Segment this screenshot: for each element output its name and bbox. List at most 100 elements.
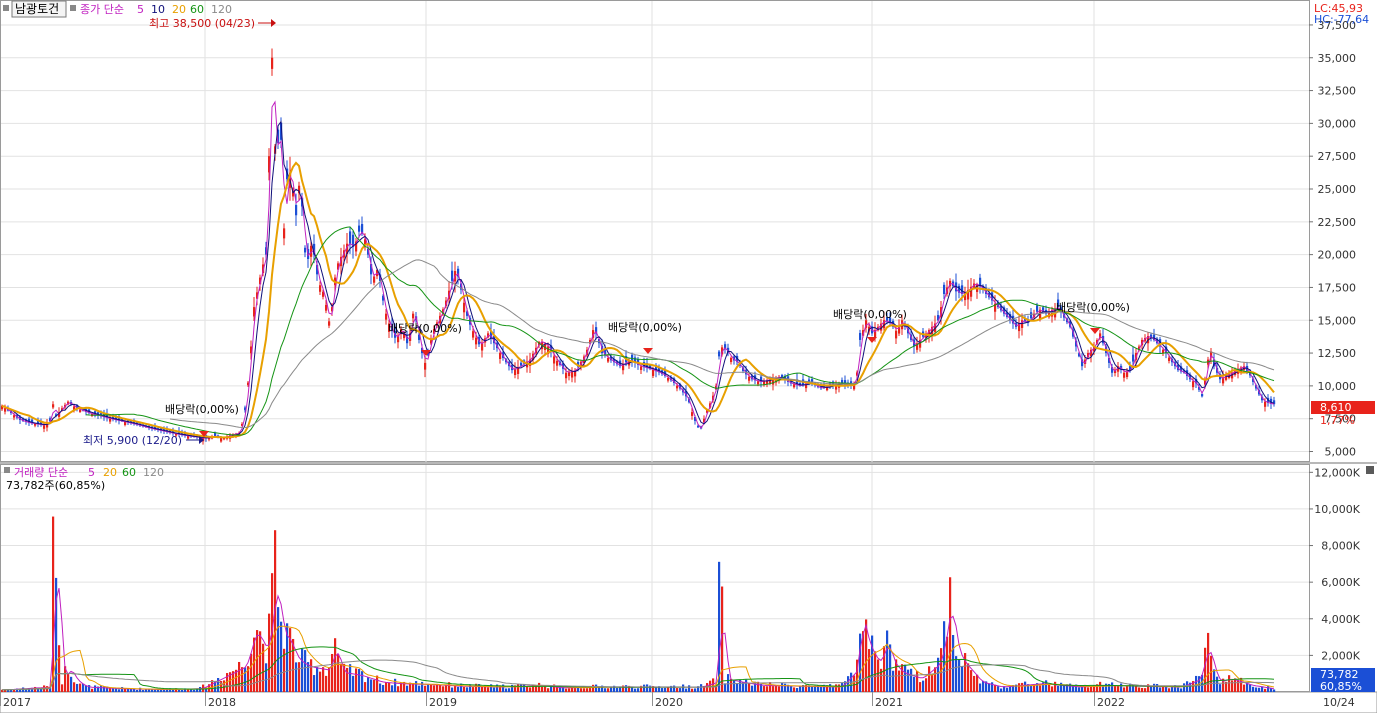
volume-tick-label: 6,000K — [1321, 576, 1360, 589]
volume-bar — [304, 650, 307, 692]
chart-canvas: 37,50035,00032,50030,00027,50025,00022,5… — [0, 0, 1377, 714]
volume-bar — [1090, 686, 1093, 692]
volume-bar — [373, 679, 376, 692]
volume-bar — [406, 685, 409, 692]
volume-bar — [325, 675, 328, 692]
volume-bar — [1051, 686, 1054, 692]
volume-bar — [868, 649, 871, 692]
x-axis-label: 10/24 — [1323, 696, 1355, 709]
volume-bar — [100, 685, 103, 692]
volume-bar — [1171, 687, 1174, 692]
ma5-legend: 5 — [137, 3, 144, 16]
candle-body — [295, 205, 298, 216]
volume-bar — [322, 667, 325, 692]
candle-body — [373, 276, 376, 283]
dividend-label: 배당락(0,00%) — [833, 308, 907, 321]
volume-bar — [976, 674, 979, 692]
candle-body — [793, 384, 796, 388]
volume-bar — [76, 683, 79, 692]
candle-body — [676, 385, 679, 389]
volume-bar — [451, 687, 454, 692]
volume-bar — [631, 687, 634, 692]
candle-body — [304, 247, 307, 253]
volume-bar — [1156, 683, 1159, 692]
volume-bar — [445, 684, 448, 692]
volume-bar — [688, 685, 691, 692]
volume-bar — [1177, 687, 1180, 692]
candle-body — [895, 330, 898, 339]
volume-bar — [1255, 687, 1258, 692]
volume-bar — [370, 679, 373, 692]
volume-bar — [1087, 687, 1090, 692]
volume-bar — [85, 685, 88, 692]
price-tick-label: 10,000 — [1318, 380, 1357, 393]
price-tick-label: 30,000 — [1318, 117, 1357, 130]
volume-bar — [1210, 655, 1213, 692]
volume-bar — [634, 688, 637, 692]
volume-bar — [433, 685, 436, 692]
volume-bar — [358, 669, 361, 692]
volume-bar — [1099, 681, 1102, 692]
volume-bar — [1009, 686, 1012, 692]
volume-bar — [541, 686, 544, 692]
volume-bar — [295, 662, 298, 692]
volume-bar — [316, 667, 319, 692]
volume-bar — [544, 686, 547, 692]
volume-bar — [682, 684, 685, 692]
candle-body — [499, 353, 502, 359]
volume-bar — [1180, 688, 1183, 692]
volume-bar — [385, 682, 388, 692]
volume-bar — [724, 683, 727, 692]
volume-bar — [931, 674, 934, 692]
volume-bar — [1159, 687, 1162, 692]
price-tick-label: 35,000 — [1318, 52, 1357, 65]
volume-bar — [667, 687, 670, 692]
volume-bar — [796, 687, 799, 692]
volume-bar — [1219, 684, 1222, 692]
candle-body — [463, 302, 466, 313]
volume-bar — [841, 682, 844, 692]
volume-current: 73,782주(60,85%) — [6, 479, 105, 492]
candle-body — [220, 438, 223, 442]
volume-bar — [568, 688, 571, 692]
volume-bar — [1207, 632, 1210, 692]
volume-bar — [967, 663, 970, 692]
volume-bar — [997, 686, 1000, 692]
x-axis-strip — [0, 691, 1377, 714]
candle-body — [412, 313, 415, 319]
volume-pane-toggle-icon[interactable] — [1366, 466, 1374, 474]
volume-bar — [892, 670, 895, 692]
volume-tick-label: 10,000K — [1314, 503, 1360, 516]
price-tick-label: 15,000 — [1318, 314, 1357, 327]
candle-body — [667, 378, 670, 381]
candle-body — [553, 356, 556, 364]
volume-bar — [1039, 685, 1042, 692]
volume-bar — [391, 685, 394, 692]
candle-body — [328, 321, 331, 326]
volume-bar — [751, 685, 754, 692]
volume-tick-label: 8,000K — [1321, 540, 1360, 553]
volume-bar — [523, 684, 526, 692]
volume-bar — [565, 688, 568, 692]
volume-bar — [268, 613, 271, 692]
volume-bar — [982, 680, 985, 692]
volume-bar — [547, 688, 550, 692]
volume-bar — [415, 681, 418, 692]
volume-bar — [643, 684, 646, 692]
volume-bar — [811, 686, 814, 692]
volume-bar — [379, 683, 382, 692]
volume-pct-badge-text: 60,85% — [1320, 680, 1362, 693]
volume-bar — [1054, 681, 1057, 692]
volume-bar — [1258, 687, 1261, 692]
volume-bar — [766, 686, 769, 692]
volume-bar — [847, 676, 850, 692]
volume-bar — [310, 659, 313, 692]
volume-bar — [481, 686, 484, 692]
volume-bar — [1024, 681, 1027, 692]
candle-body — [520, 362, 523, 366]
volume-bar — [238, 661, 241, 692]
volume-bar — [571, 687, 574, 692]
volume-bar — [928, 666, 931, 692]
volume-bar — [907, 669, 910, 692]
volume-bar — [163, 689, 166, 692]
